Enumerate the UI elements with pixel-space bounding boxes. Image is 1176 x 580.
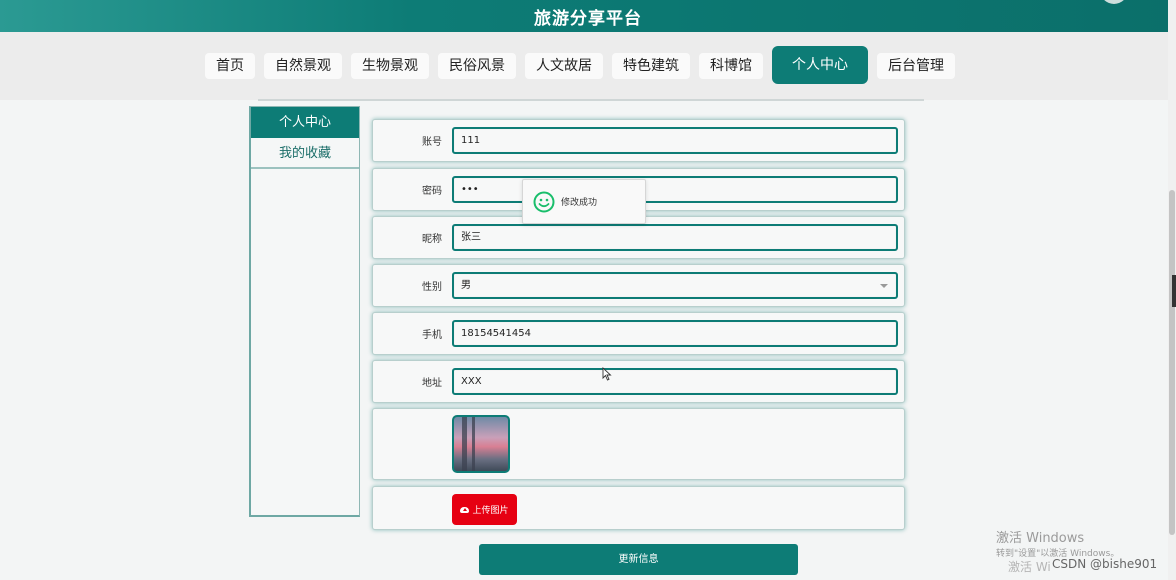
gender-value: 男 [461, 280, 471, 291]
sidebar: 个人中心 我的收藏 [249, 106, 360, 517]
watermark-line1: 激活 Windows [996, 531, 1085, 546]
sidebar-item-profile[interactable]: 个人中心 [251, 107, 359, 138]
nav-item-biology[interactable]: 生物景观 [351, 53, 429, 79]
upload-image-button[interactable]: 上传图片 [452, 494, 517, 525]
cloud-upload-icon [460, 506, 470, 513]
nav-item-architecture[interactable]: 特色建筑 [612, 53, 690, 79]
watermark-line3: 激活 Wi [1008, 560, 1051, 574]
toast-message: 修改成功 [561, 198, 598, 208]
nav-item-museum[interactable]: 科博馆 [699, 53, 763, 79]
page-scrollbar[interactable] [1168, 0, 1176, 580]
password-label: 密码 [422, 186, 442, 197]
mouse-cursor-icon [602, 367, 612, 381]
nav-item-folk[interactable]: 民俗风景 [438, 53, 516, 79]
address-input[interactable]: XXX [452, 368, 898, 395]
success-toast: 修改成功 [522, 179, 646, 224]
update-info-button[interactable]: 更新信息 [479, 544, 798, 575]
scrollbar-thumb[interactable] [1169, 190, 1175, 535]
account-input[interactable]: 111 [452, 127, 898, 154]
form-row-account: 账号 111 [372, 119, 905, 162]
chevron-down-icon[interactable] [880, 284, 888, 288]
form-row-avatar [372, 408, 905, 480]
nav-item-residence[interactable]: 人文故居 [525, 53, 603, 79]
nav-item-home[interactable]: 首页 [205, 53, 255, 79]
form-row-address: 地址 XXX [372, 360, 905, 403]
nav-bar: 首页 自然景观 生物景观 民俗风景 人文故居 特色建筑 科博馆 个人中心 后台管… [0, 32, 1176, 100]
account-label: 账号 [422, 137, 442, 148]
page-title: 旅游分享平台 [534, 9, 642, 29]
password-input[interactable]: ••• [452, 176, 898, 203]
nickname-input[interactable]: 张三 [452, 224, 898, 251]
scrollbar-marker [1172, 275, 1176, 307]
phone-input[interactable]: 18154541454 [452, 320, 898, 347]
nickname-label: 昵称 [422, 234, 442, 245]
nav-menu: 首页 自然景观 生物景观 民俗风景 人文故居 特色建筑 科博馆 个人中心 后台管… [205, 46, 955, 84]
nav-item-admin[interactable]: 后台管理 [877, 53, 955, 79]
gender-select[interactable]: 男 [452, 272, 898, 299]
nav-item-natural[interactable]: 自然景观 [264, 53, 342, 79]
smiley-icon [533, 191, 555, 213]
gender-label: 性别 [422, 282, 442, 293]
form-row-upload: 上传图片 [372, 486, 905, 530]
upload-button-label: 上传图片 [472, 506, 509, 516]
avatar-image[interactable] [452, 415, 510, 473]
form-row-phone: 手机 18154541454 [372, 312, 905, 355]
avatar-detail [472, 417, 475, 471]
address-label: 地址 [422, 378, 442, 389]
sidebar-item-favorites[interactable]: 我的收藏 [251, 138, 359, 169]
avatar-detail [462, 417, 467, 471]
phone-label: 手机 [422, 330, 442, 341]
form-row-gender: 性别 男 [372, 264, 905, 307]
watermark-credit: CSDN @bishe901 [1052, 557, 1158, 571]
title-bar: 旅游分享平台 [0, 0, 1176, 32]
nav-divider [258, 99, 924, 101]
nav-item-profile[interactable]: 个人中心 [772, 46, 868, 84]
